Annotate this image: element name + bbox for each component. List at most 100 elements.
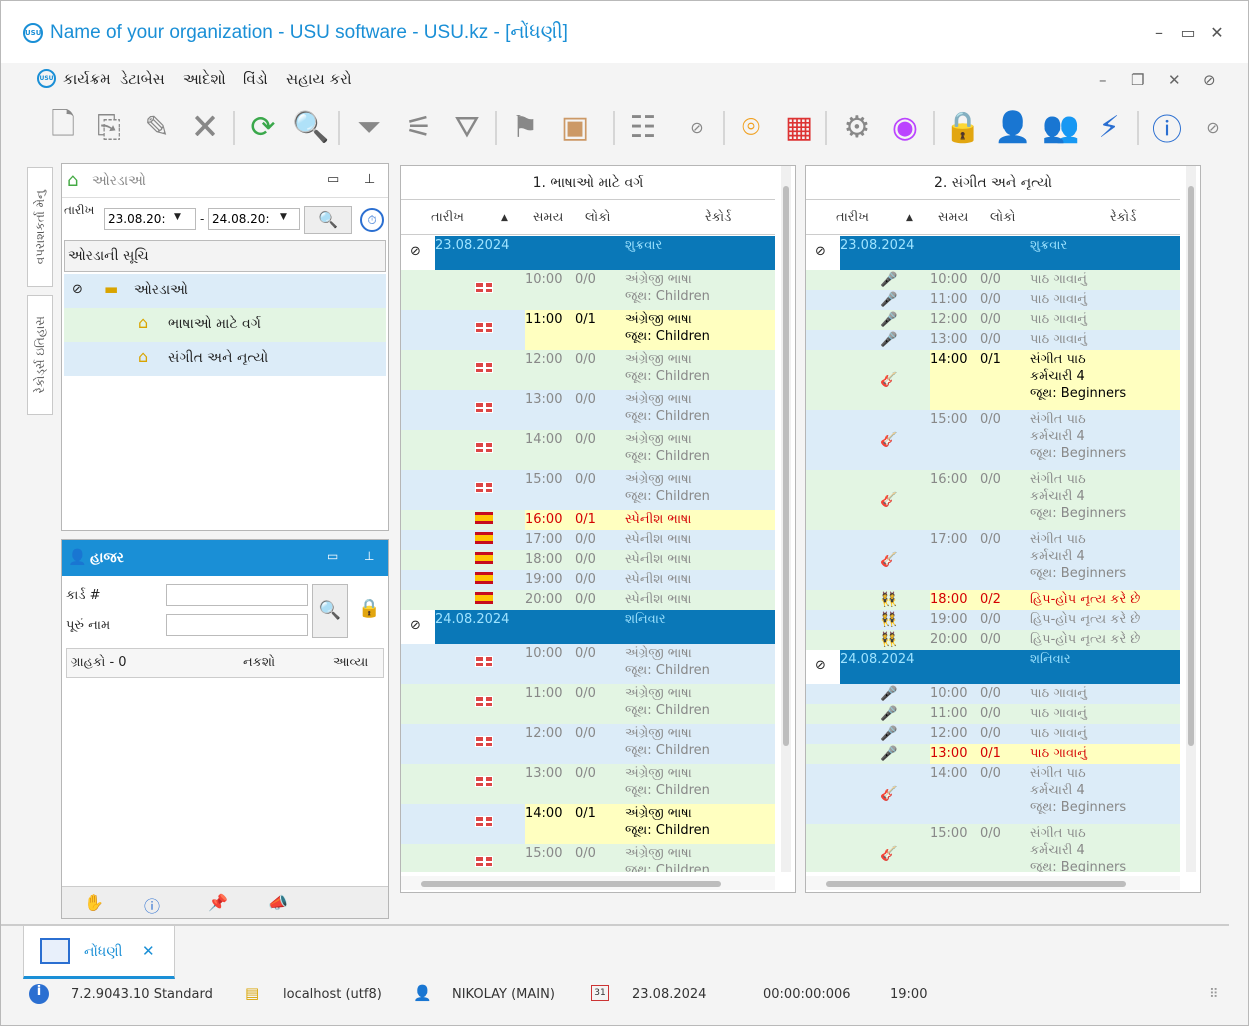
- image-icon[interactable]: ▣: [553, 105, 597, 149]
- tree-item-music[interactable]: ⌂ સંગીત અને નૃત્યો: [64, 342, 386, 376]
- edit-record-icon[interactable]: ✎: [135, 105, 179, 149]
- full-name-input[interactable]: [166, 614, 308, 636]
- col-time[interactable]: સમય: [938, 210, 968, 225]
- col-record[interactable]: રેકોર્ડ: [705, 210, 731, 225]
- schedule-row[interactable]: 18:00 0/0 સ્પેનીશ ભાષા: [401, 550, 775, 570]
- schedule-row[interactable]: 13:00 0/0 અંગ્રેજી ભાષા જૂથ: Children: [401, 390, 775, 430]
- col-date[interactable]: તારીખ: [431, 210, 464, 225]
- panel-pin-icon[interactable]: ⊥: [364, 172, 375, 187]
- delete-record-icon[interactable]: 🗙: [183, 105, 227, 149]
- horizontal-scrollbar[interactable]: [401, 876, 775, 890]
- schedule-row[interactable]: 16:00 0/1 સ્પેનીશ ભાષા: [401, 510, 775, 530]
- resize-grip-icon[interactable]: ⠿: [1209, 987, 1219, 1002]
- schedule-row[interactable]: 15:00 0/0 અંગ્રેજી ભાષા જૂથ: Children: [401, 844, 775, 872]
- menu-window[interactable]: વિંડો: [243, 70, 268, 88]
- toolbar-more-icon[interactable]: ⊘: [1191, 105, 1235, 149]
- schedule-row[interactable]: 🎤 13:00 0/1 પાઠ ગાવાનું: [806, 744, 1180, 764]
- date-from-input[interactable]: [104, 208, 196, 230]
- collapse-icon[interactable]: ⊘: [815, 658, 826, 673]
- pin-icon[interactable]: 📌: [208, 893, 228, 912]
- schedule-row[interactable]: 🎤 11:00 0/0 પાઠ ગાવાનું: [806, 290, 1180, 310]
- schedule-row[interactable]: 🎸 14:00 0/0 સંગીત પાઠ કર્મચારી 4 જૂથ: Beginne…: [806, 764, 1180, 824]
- close-button[interactable]: ✕: [1207, 23, 1227, 42]
- toolbar-expand-icon[interactable]: ⊘: [675, 105, 719, 149]
- schedule-row[interactable]: 🎤 12:00 0/0 પાઠ ગાવાનું: [806, 310, 1180, 330]
- menu-database[interactable]: ડેટાબેસ: [120, 70, 165, 88]
- sort-asc-icon[interactable]: ▲: [906, 213, 913, 223]
- tab-close-icon[interactable]: ✕: [142, 942, 155, 960]
- search-icon[interactable]: 🔍: [289, 105, 333, 149]
- menu-program[interactable]: કાર્યક્રમ: [63, 70, 111, 88]
- menu-help[interactable]: સહાય કરો: [286, 70, 352, 88]
- schedule-row[interactable]: 11:00 0/1 અંગ્રેજી ભાષા જૂથ: Children: [401, 310, 775, 350]
- users-group-icon[interactable]: 👥: [1039, 105, 1083, 149]
- col-time[interactable]: સમય: [533, 210, 563, 225]
- flag-icon[interactable]: ⚑: [503, 105, 547, 149]
- horizontal-scrollbar[interactable]: [806, 876, 1180, 890]
- filter-icon[interactable]: ⏷: [347, 105, 391, 149]
- collapse-icon[interactable]: ⊘: [410, 618, 421, 633]
- panel-maximize-button[interactable]: ▭: [327, 172, 339, 187]
- day-group-row[interactable]: 23.08.2024 શુક્રવાર: [840, 236, 1180, 270]
- collapse-icon[interactable]: ⊘: [72, 282, 83, 297]
- refresh-icon[interactable]: ⟳: [241, 105, 285, 149]
- color-wheel-icon[interactable]: ◉: [883, 105, 927, 149]
- info-icon[interactable]: ⓘ: [1145, 105, 1189, 149]
- plugin-icon[interactable]: ⚡: [1087, 105, 1131, 149]
- settings-gear-icon[interactable]: ⚙: [835, 105, 879, 149]
- schedule-row[interactable]: 👯 18:00 0/2 હિપ-હોપ નૃત્ય કરે છે: [806, 590, 1180, 610]
- lock-icon[interactable]: 🔒: [941, 105, 985, 149]
- day-group-row[interactable]: 24.08.2024 શનિવાર: [840, 650, 1180, 684]
- col-record[interactable]: રેકોર્ડ: [1110, 210, 1136, 225]
- schedule-row[interactable]: 👯 20:00 0/0 હિપ-હોપ નૃત્ય કરે છે: [806, 630, 1180, 650]
- location-pin-icon[interactable]: ⌾: [729, 105, 773, 149]
- col-people[interactable]: લોકો: [990, 210, 1016, 225]
- day-group-row[interactable]: 24.08.2024 શનિવાર: [435, 610, 775, 644]
- tree-root-row[interactable]: ⊘ ▬ ઓરડાઓ: [64, 274, 386, 308]
- collapse-icon[interactable]: ⊘: [815, 244, 826, 259]
- schedule-row[interactable]: 17:00 0/0 સ્પેનીશ ભાષા: [401, 530, 775, 550]
- col-date[interactable]: તારીખ: [836, 210, 869, 225]
- hand-icon[interactable]: ✋: [84, 893, 104, 912]
- clock-icon[interactable]: ⏱: [360, 208, 384, 232]
- schedule-row[interactable]: 🎸 15:00 0/0 સંગીત પાઠ કર્મચારી 4 જૂથ: Beginne…: [806, 410, 1180, 470]
- schedule-row[interactable]: 19:00 0/0 સ્પેનીશ ભાષા: [401, 570, 775, 590]
- info-icon[interactable]: ⓘ: [144, 893, 160, 917]
- schedule-row[interactable]: 10:00 0/0 અંગ્રેજી ભાષા જૂથ: Children: [401, 270, 775, 310]
- vtab-records-history[interactable]: રેકોર્ડ્સ ઇતિહાસ: [27, 295, 53, 415]
- vertical-scrollbar[interactable]: [1186, 166, 1196, 872]
- schedule-row[interactable]: 🎤 10:00 0/0 પાઠ ગાવાનું: [806, 684, 1180, 704]
- schedule-row[interactable]: 👯 19:00 0/0 હિપ-હોપ નૃત્ય કરે છે: [806, 610, 1180, 630]
- maximize-button[interactable]: ▭: [1178, 23, 1198, 42]
- date-search-button[interactable]: 🔍: [304, 206, 352, 234]
- schedule-row[interactable]: 🎸 15:00 0/0 સંગીત પાઠ કર્મચારી 4 જૂથ: Beginne…: [806, 824, 1180, 872]
- calendar-icon[interactable]: ▦: [777, 105, 821, 149]
- menu-expand-icon[interactable]: ⊘: [1203, 71, 1216, 89]
- vertical-scrollbar[interactable]: [781, 166, 791, 872]
- schedule-row[interactable]: 🎤 13:00 0/0 પાઠ ગાવાનું: [806, 330, 1180, 350]
- schedule-row[interactable]: 14:00 0/1 અંગ્રેજી ભાષા જૂથ: Children: [401, 804, 775, 844]
- schedule-row[interactable]: 11:00 0/0 અંગ્રેજી ભાષા જૂથ: Children: [401, 684, 775, 724]
- schedule-row[interactable]: 🎸 17:00 0/0 સંગીત પાઠ કર્મચારી 4 જૂથ: Beginne…: [806, 530, 1180, 590]
- date-to-dropdown-icon[interactable]: ▼: [280, 212, 287, 222]
- user-key-icon[interactable]: 👤: [991, 105, 1035, 149]
- panel-maximize-button[interactable]: ▭: [327, 549, 338, 563]
- mdi-restore-button[interactable]: ❐: [1131, 71, 1144, 89]
- schedule-row[interactable]: 10:00 0/0 અંગ્રેજી ભાષા જૂથ: Children: [401, 644, 775, 684]
- columns-icon[interactable]: ☷: [621, 105, 665, 149]
- schedule-row[interactable]: 20:00 0/0 સ્પેનીશ ભાષા: [401, 590, 775, 610]
- schedule-row[interactable]: 12:00 0/0 અંગ્રેજી ભાષા જૂથ: Children: [401, 724, 775, 764]
- mdi-close-button[interactable]: ✕: [1168, 71, 1181, 89]
- date-from-dropdown-icon[interactable]: ▼: [174, 212, 181, 222]
- sort-asc-icon[interactable]: ▲: [501, 213, 508, 223]
- lock-icon[interactable]: 🔒: [358, 598, 380, 619]
- schedule-row[interactable]: 🎸 14:00 0/1 સંગીત પાઠ કર્મચારી 4 જૂથ: Beginne…: [806, 350, 1180, 410]
- minimize-button[interactable]: –: [1149, 23, 1169, 42]
- schedule-row[interactable]: 🎤 11:00 0/0 પાઠ ગાવાનું: [806, 704, 1180, 724]
- schedule-row[interactable]: 🎤 10:00 0/0 પાઠ ગાવાનું: [806, 270, 1180, 290]
- schedule-row[interactable]: 12:00 0/0 અંગ્રેજી ભાષા જૂથ: Children: [401, 350, 775, 390]
- mdi-minimize-button[interactable]: –: [1099, 71, 1107, 89]
- day-group-row[interactable]: 23.08.2024 શુક્રવાર: [435, 236, 775, 270]
- panel-pin-icon[interactable]: ⊥: [364, 549, 374, 563]
- schedule-row[interactable]: 13:00 0/0 અંગ્રેજી ભાષા જૂથ: Children: [401, 764, 775, 804]
